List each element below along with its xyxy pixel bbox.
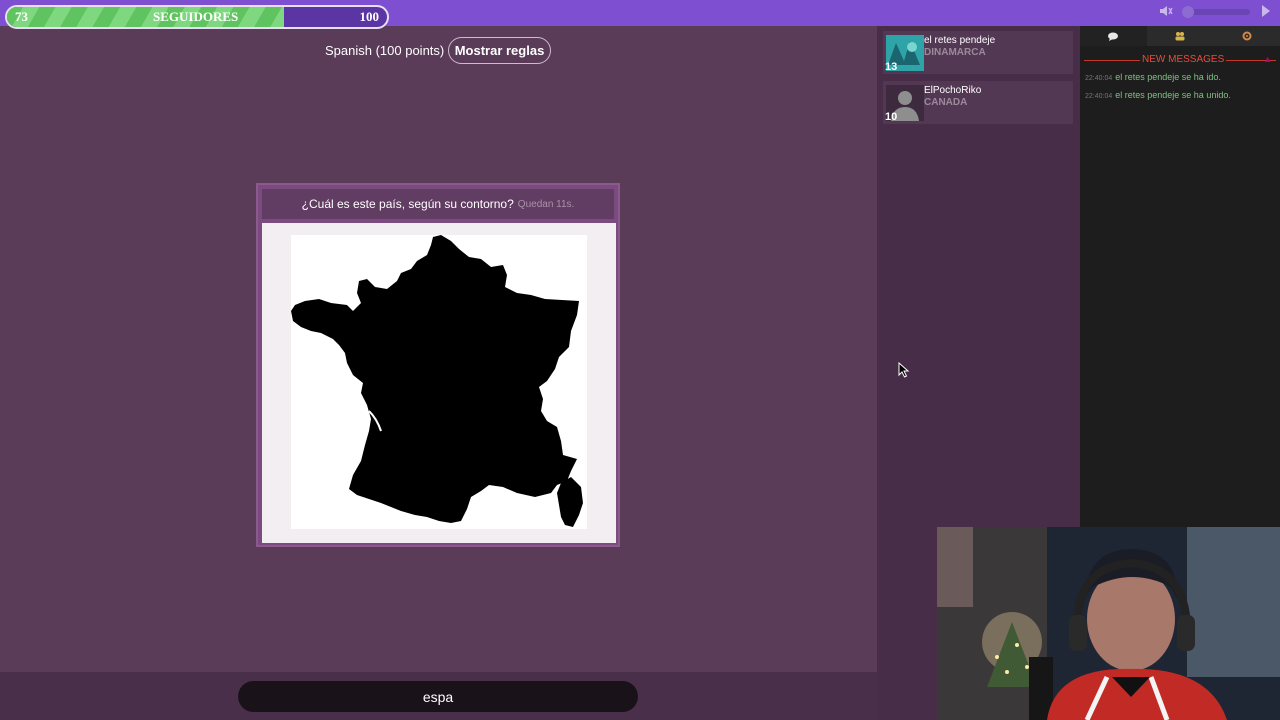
question-timer: Quedan 11s. bbox=[517, 198, 575, 210]
show-rules-button[interactable]: Mostrar reglas bbox=[448, 37, 551, 64]
player-country: DINAMARCA bbox=[924, 47, 986, 58]
collapse-icon[interactable]: ▲ bbox=[1263, 54, 1272, 64]
country-outline-shape bbox=[291, 235, 583, 527]
followers-goal: 100 bbox=[359, 9, 380, 24]
volume-slider-knob[interactable] bbox=[1182, 6, 1194, 18]
language-points-label: Spanish (100 points) bbox=[325, 43, 445, 58]
player-score: 13 bbox=[885, 61, 898, 73]
player-name: el retes pendeje bbox=[924, 35, 996, 46]
player-score: 10 bbox=[885, 111, 898, 123]
question-text: ¿Cuál es este país, según su contorno? bbox=[301, 197, 514, 211]
player-card[interactable]: 10 ElPochoRiko CANADA bbox=[883, 81, 1073, 124]
message-text: el retes pendeje se ha ido. bbox=[1115, 72, 1221, 82]
followers-progress-fill bbox=[7, 7, 285, 27]
country-outline-image bbox=[291, 235, 587, 529]
new-messages-label: NEW MESSAGES bbox=[1140, 54, 1227, 65]
followers-progress-bar: 73 SEGUIDORES 100 bbox=[5, 5, 389, 29]
question-card: ¿Cuál es este país, según su contorno? Q… bbox=[256, 183, 620, 547]
chat-message: 22:40:04 el retes pendeje se ha unido. bbox=[1085, 90, 1231, 100]
users-icon[interactable] bbox=[1147, 26, 1214, 46]
webcam-feed bbox=[937, 527, 1280, 720]
message-text: el retes pendeje se ha unido. bbox=[1115, 90, 1231, 100]
player-card[interactable]: 13 el retes pendeje DINAMARCA bbox=[883, 31, 1073, 74]
player-country: CANADA bbox=[924, 97, 968, 108]
player-name: ElPochoRiko bbox=[924, 85, 982, 96]
question-header: ¿Cuál es este país, según su contorno? Q… bbox=[262, 189, 614, 219]
chat-message: 22:40:04 el retes pendeje se ha ido. bbox=[1085, 72, 1221, 82]
volume-slider[interactable] bbox=[1182, 6, 1250, 18]
message-time: 22:40:04 bbox=[1085, 75, 1113, 82]
message-time: 22:40:04 bbox=[1085, 93, 1113, 100]
new-messages-divider: NEW MESSAGES ▲ bbox=[1084, 54, 1276, 66]
followers-current: 73 bbox=[15, 9, 28, 24]
mouse-cursor-icon bbox=[898, 361, 910, 378]
chat-bubble-icon[interactable] bbox=[1080, 26, 1147, 46]
followers-title: SEGUIDORES bbox=[153, 9, 239, 24]
play-icon[interactable] bbox=[1262, 5, 1270, 17]
chat-tabs bbox=[1080, 26, 1280, 46]
question-image-panel bbox=[262, 223, 616, 543]
settings-icon[interactable] bbox=[1213, 26, 1280, 46]
mute-icon[interactable] bbox=[1159, 4, 1173, 20]
answer-input[interactable] bbox=[238, 681, 638, 712]
chat-panel: NEW MESSAGES ▲ 22:40:04 el retes pendeje … bbox=[1080, 26, 1280, 530]
